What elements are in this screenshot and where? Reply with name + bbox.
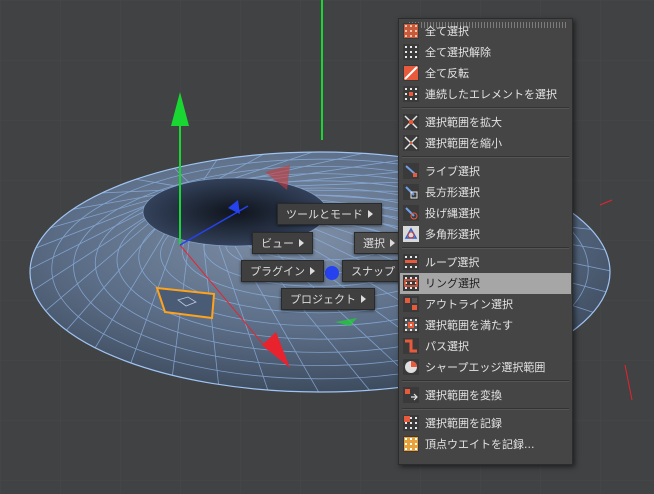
menu-item-label: リング選択 (425, 277, 480, 290)
select-connected-icon (403, 86, 419, 102)
menu-item-label: 選択範囲を満たす (425, 319, 513, 332)
menu-separator (402, 156, 569, 158)
quad-menu-plugins[interactable]: プラグイン (241, 260, 324, 282)
menu-item-label: 選択範囲を記録 (425, 417, 502, 430)
axis-center-icon[interactable] (325, 266, 339, 280)
menu-item-label: 連続したエレメントを選択 (425, 88, 557, 101)
menu-item-label: 全て反転 (425, 67, 469, 80)
live-selection-icon (403, 163, 419, 179)
menu-item-label: 多角形選択 (425, 228, 480, 241)
menu-item-rectangle-selection[interactable]: 長方形選択 (400, 182, 571, 203)
menu-item-shrink-selection[interactable]: 選択範囲を縮小 (400, 133, 571, 154)
menu-item-fill-selection[interactable]: 選択範囲を満たす (400, 315, 571, 336)
menu-item-invert-selection[interactable]: 全て反転 (400, 63, 571, 84)
rectangle-selection-icon (403, 184, 419, 200)
menu-item-label: アウトライン選択 (425, 298, 513, 311)
menu-item-label: 全て選択 (425, 25, 469, 38)
menu-item-lasso-selection[interactable]: 投げ縄選択 (400, 203, 571, 224)
quad-menu-view[interactable]: ビュー (252, 232, 313, 254)
menu-item-set-selection[interactable]: 選択範囲を記録 (400, 413, 571, 434)
menu-item-label: ライブ選択 (425, 165, 480, 178)
quad-menu-tool-mode[interactable]: ツールとモード (277, 203, 382, 225)
menu-item-convert-selection[interactable]: 選択範囲を変換 (400, 385, 571, 406)
menu-item-ring-selection[interactable]: リング選択 (400, 273, 571, 294)
menu-item-path-selection[interactable]: パス選択 (400, 336, 571, 357)
menu-item-label: 全て選択解除 (425, 46, 491, 59)
quad-menu-project-label: プロジェクト (290, 293, 356, 306)
menu-item-label: パス選択 (425, 340, 469, 353)
loop-selection-icon (403, 254, 419, 270)
quad-menu-snap-label: スナップ (351, 265, 395, 278)
menu-item-phong-break-selection[interactable]: シャープエッジ選択範囲 (400, 357, 571, 378)
shrink-selection-icon (403, 135, 419, 151)
menu-item-select-connected[interactable]: 連続したエレメントを選択 (400, 84, 571, 105)
quad-menu-plugins-label: プラグイン (250, 265, 305, 278)
menu-item-label: ループ選択 (425, 256, 480, 269)
menu-item-outline-selection[interactable]: アウトライン選択 (400, 294, 571, 315)
menu-separator (402, 380, 569, 382)
fill-selection-icon (403, 317, 419, 333)
menu-item-grow-selection[interactable]: 選択範囲を拡大 (400, 112, 571, 133)
set-vertex-weight-icon (403, 436, 419, 452)
path-selection-icon (403, 338, 419, 354)
menu-item-label: シャープエッジ選択範囲 (425, 361, 546, 374)
set-selection-icon (403, 415, 419, 431)
menu-item-label: 投げ縄選択 (425, 207, 480, 220)
submenu-arrow-icon (361, 295, 366, 303)
quad-menu-view-label: ビュー (261, 237, 294, 250)
menu-item-label: 頂点ウエイトを記録... (425, 438, 535, 451)
deselect-all-icon (403, 44, 419, 60)
ring-selection-icon (403, 275, 419, 291)
menu-item-label: 長方形選択 (425, 186, 480, 199)
submenu-arrow-icon (368, 210, 373, 218)
quad-menu-select[interactable]: 選択 (354, 232, 404, 254)
quad-menu-tool-mode-label: ツールとモード (286, 208, 363, 221)
select-all-icon (403, 23, 419, 39)
menu-item-select-all[interactable]: 全て選択 (400, 21, 571, 42)
lasso-selection-icon (403, 205, 419, 221)
menu-item-set-vertex-weight[interactable]: 頂点ウエイトを記録... (400, 434, 571, 455)
menu-item-loop-selection[interactable]: ループ選択 (400, 252, 571, 273)
menu-separator (402, 247, 569, 249)
outline-selection-icon (403, 296, 419, 312)
submenu-arrow-icon (390, 239, 395, 247)
menu-item-label: 選択範囲を縮小 (425, 137, 502, 150)
menu-separator (402, 107, 569, 109)
phong-break-selection-icon (403, 359, 419, 375)
menu-separator (402, 408, 569, 410)
invert-selection-icon (403, 65, 419, 81)
menu-item-label: 選択範囲を変換 (425, 389, 502, 402)
convert-selection-icon (403, 387, 419, 403)
menu-item-polygon-selection[interactable]: 多角形選択 (400, 224, 571, 245)
quad-menu-project[interactable]: プロジェクト (281, 288, 375, 310)
quad-menu-select-label: 選択 (363, 237, 385, 250)
submenu-arrow-icon (310, 267, 315, 275)
3d-viewport[interactable]: ツールとモード ビュー 選択 プラグイン スナップ プロジェクト 全て選択 全て選… (0, 0, 654, 494)
quad-menu-snap[interactable]: スナップ (342, 260, 404, 282)
menu-item-label: 選択範囲を拡大 (425, 116, 502, 129)
selection-submenu: 全て選択全て選択解除 全て反転連続したエレメントを選択 選択範囲を拡大 選択範囲を縮小… (398, 18, 573, 465)
grow-selection-icon (403, 114, 419, 130)
menu-item-live-selection[interactable]: ライブ選択 (400, 161, 571, 182)
submenu-arrow-icon (299, 239, 304, 247)
menu-item-deselect-all[interactable]: 全て選択解除 (400, 42, 571, 63)
polygon-selection-icon (403, 226, 419, 242)
